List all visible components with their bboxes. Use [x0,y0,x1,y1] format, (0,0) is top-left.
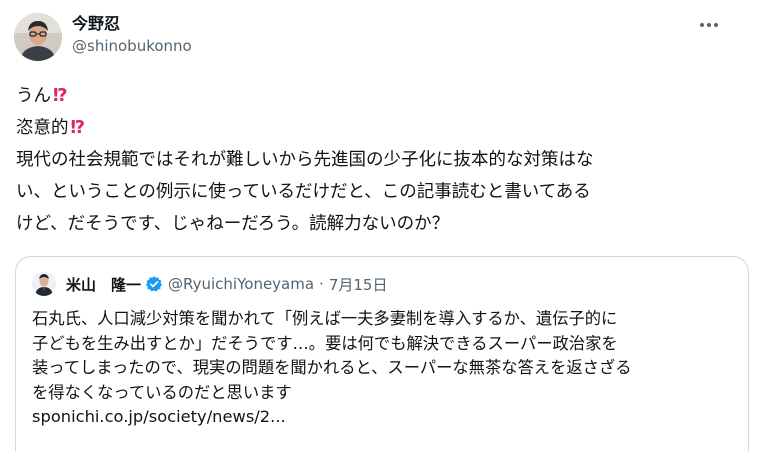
more-options-button[interactable] [694,14,724,36]
quoted-author-photo [32,272,56,296]
quoted-tweet-line: 装ってしまったので、現実の問題を聞かれると、スーパーな無茶な答えを返さざる [32,358,632,378]
author-avatar[interactable] [14,13,62,61]
interrobang-emoji-icon: ⁉ [53,86,68,106]
author-handle[interactable]: @shinobukonno [72,36,192,56]
author-photo [14,13,62,61]
tweet-text: うん ⁉ 恣意的 ⁉ 現代の社会規範ではそれが難しいから先進国の少子化に抜本的な対策… [16,80,746,240]
quoted-tweet-card[interactable]: 米山 隆一 @RyuichiYoneyama · 7月15日 石丸氏、人口減少対… [15,256,749,451]
tweet-line: けど、だそうです、じゃねーだろう。読解力ないのか？ [16,214,450,234]
tweet-line: い、ということの例示に使っているだけだと、この記事読むと書いてある [16,182,591,202]
quoted-author-avatar[interactable] [32,272,56,296]
quoted-tweet-line: を得なくなっているのだと思います [32,382,292,402]
tweet-text-segment: 恣意的 [16,118,69,138]
ellipsis-icon [700,23,718,27]
interrobang-emoji-icon: ⁉ [70,118,86,138]
quoted-tweet-text: 石丸氏、人口減少対策を聞かれて「例えば一夫多妻制を導入するか、遺伝子的に 子ども… [32,307,737,430]
tweet-line: 恣意的 ⁉ [16,112,746,144]
verified-badge-icon [145,275,163,293]
tweet-text-segment: うん [16,86,51,106]
tweet-line: 現代の社会規範ではそれが難しいから先進国の少子化に抜本的な対策はな [16,150,594,170]
tweet-line: うん ⁉ [16,80,746,112]
quoted-author-display-name[interactable]: 米山 隆一 [66,274,141,295]
quoted-tweet-link[interactable]: sponichi.co.jp/society/news/2... [32,405,737,430]
author-display-name[interactable]: 今野忍 [72,13,192,34]
quoted-tweet-line: 石丸氏、人口減少対策を聞かれて「例えば一夫多妻制を導入するか、遺伝子的に [32,309,618,328]
quoted-tweet-header: 米山 隆一 @RyuichiYoneyama · 7月15日 [32,271,387,297]
quoted-tweet-line: 子どもを生み出すとか」だそうです…。要は何でも解決できるスーパー政治家を [32,333,618,353]
separator-dot: · [319,275,324,293]
tweet-author: 今野忍 @shinobukonno [72,13,192,56]
quoted-author-handle[interactable]: @RyuichiYoneyama [168,275,314,293]
quoted-tweet-date[interactable]: 7月15日 [329,274,388,295]
